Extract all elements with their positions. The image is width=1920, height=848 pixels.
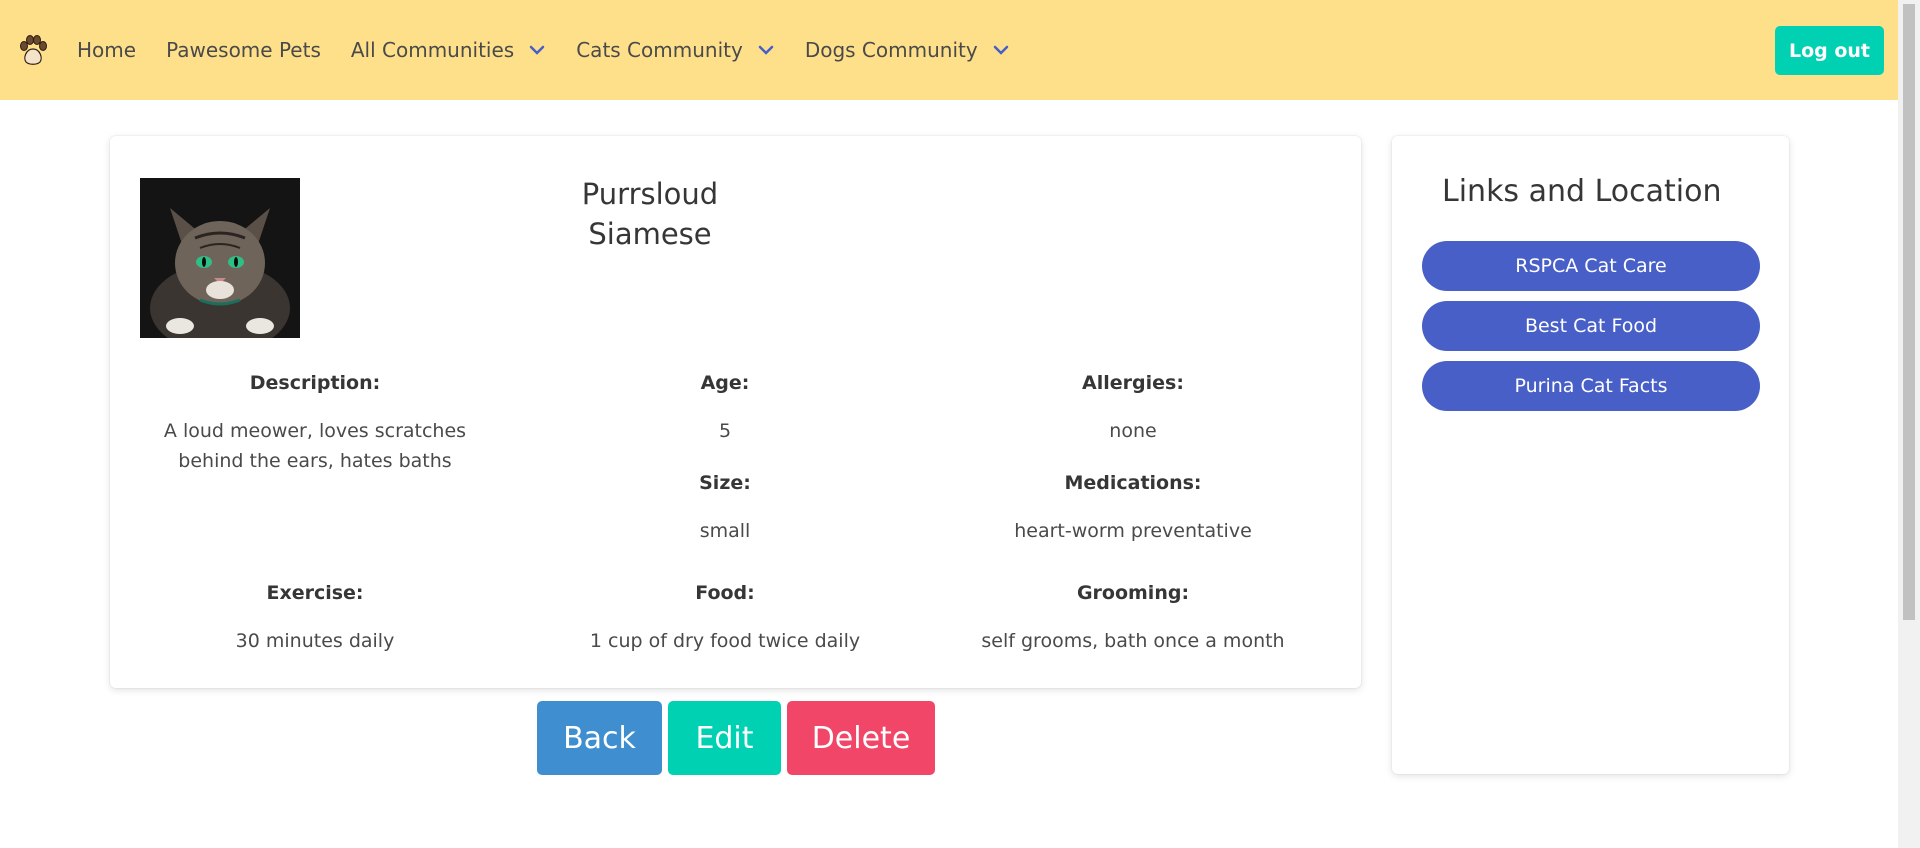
- field-description: Description: A loud meower, loves scratc…: [140, 370, 490, 476]
- exercise-label: Exercise:: [266, 582, 364, 604]
- logout-button[interactable]: Log out: [1775, 26, 1884, 75]
- nav-dogs-community-label: Dogs Community: [804, 38, 978, 62]
- medications-label: Medications:: [1064, 472, 1202, 494]
- edit-button[interactable]: Edit: [668, 701, 781, 775]
- chevron-down-icon: [757, 41, 775, 59]
- nav-cats-community-label: Cats Community: [576, 38, 743, 62]
- exercise-value: 30 minutes daily: [235, 630, 395, 652]
- chevron-down-icon: [992, 41, 1010, 59]
- field-food: Food: 1 cup of dry food twice daily: [550, 580, 900, 656]
- allergies-label: Allergies:: [1082, 372, 1184, 394]
- link-best-cat-food[interactable]: Best Cat Food: [1422, 301, 1760, 351]
- field-exercise: Exercise: 30 minutes daily: [140, 580, 490, 656]
- page-scrollbar[interactable]: [1898, 0, 1920, 848]
- nav-home[interactable]: Home: [77, 38, 136, 62]
- field-age: Age: 5: [550, 370, 900, 446]
- scrollbar-thumb[interactable]: [1903, 4, 1915, 620]
- chevron-down-icon: [528, 41, 546, 59]
- delete-button[interactable]: Delete: [787, 701, 935, 775]
- link-rspca-cat-care[interactable]: RSPCA Cat Care: [1422, 241, 1760, 291]
- pet-name: Purrsloud: [581, 177, 719, 211]
- pet-card: Purrsloud Siamese Description: A loud me…: [110, 136, 1361, 688]
- grooming-label: Grooming:: [1076, 582, 1190, 604]
- field-size: Size: small: [550, 470, 900, 546]
- food-value: 1 cup of dry food twice daily: [589, 630, 861, 652]
- sidebar-title: Links and Location: [1442, 174, 1722, 209]
- pet-breed: Siamese: [588, 217, 712, 251]
- description-label: Description:: [249, 372, 381, 394]
- cat-photo: [140, 178, 300, 353]
- age-value: 5: [718, 420, 732, 442]
- grooming-value: self grooms, bath once a month: [981, 630, 1285, 652]
- nav-pawesome-pets-label: Pawesome Pets: [166, 38, 321, 62]
- nav-home-label: Home: [77, 38, 137, 62]
- link-purina-cat-facts[interactable]: Purina Cat Facts: [1422, 361, 1760, 411]
- size-label: Size:: [699, 472, 751, 494]
- field-allergies: Allergies: none: [958, 370, 1308, 446]
- top-navbar: Home Pawesome Pets All Communities Cats …: [0, 0, 1898, 100]
- allergies-value: none: [1109, 420, 1157, 442]
- pet-title: Purrsloud Siamese: [510, 174, 790, 254]
- field-grooming: Grooming: self grooms, bath once a month: [958, 580, 1308, 656]
- size-value: small: [699, 520, 751, 542]
- medications-value: heart-worm preventative: [1014, 520, 1252, 542]
- nav-dogs-community[interactable]: Dogs Community: [805, 38, 1010, 62]
- nav-all-communities-label: All Communities: [350, 38, 515, 62]
- back-button[interactable]: Back: [537, 701, 662, 775]
- nav-cats-community[interactable]: Cats Community: [576, 38, 775, 62]
- field-medications: Medications: heart-worm preventative: [958, 470, 1308, 546]
- nav-all-communities[interactable]: All Communities: [351, 38, 546, 62]
- age-label: Age:: [700, 372, 750, 394]
- links-sidebar: Links and Location RSPCA Cat Care Best C…: [1392, 136, 1789, 774]
- paw-icon[interactable]: [17, 34, 49, 66]
- description-value: A loud meower, loves scratches behind th…: [163, 420, 467, 472]
- nav-pawesome-pets[interactable]: Pawesome Pets: [166, 38, 321, 62]
- food-label: Food:: [695, 582, 755, 604]
